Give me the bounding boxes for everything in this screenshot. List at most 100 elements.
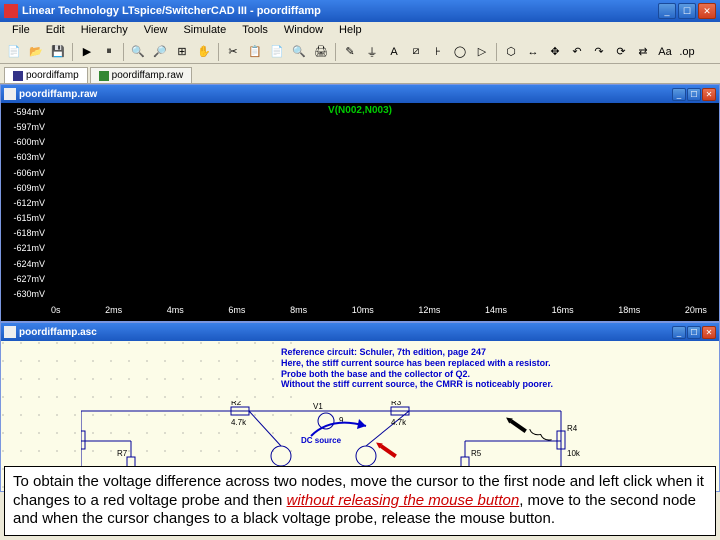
wire-button[interactable]: ✎ bbox=[340, 42, 360, 62]
tab-bar: poordiffamp poordiffamp.raw bbox=[0, 64, 720, 84]
plot-close-button[interactable]: ✕ bbox=[702, 88, 716, 101]
menu-help[interactable]: Help bbox=[331, 22, 370, 40]
open-button[interactable]: 📂 bbox=[26, 42, 46, 62]
rotate-button[interactable]: ⟳ bbox=[611, 42, 631, 62]
svg-text:4.7k: 4.7k bbox=[391, 418, 407, 427]
plot-xtick: 4ms bbox=[167, 305, 184, 321]
schematic-maximize-button[interactable]: ☐ bbox=[687, 326, 701, 339]
plot-yaxis: -594mV-597mV-600mV-603mV-606mV-609mV-612… bbox=[1, 103, 51, 303]
plot-ytick: -621mV bbox=[3, 243, 49, 253]
tab-schematic[interactable]: poordiffamp bbox=[4, 67, 88, 83]
new-button[interactable]: 📄 bbox=[4, 42, 24, 62]
diode-button[interactable]: ▷ bbox=[472, 42, 492, 62]
redo-button[interactable]: ↷ bbox=[589, 42, 609, 62]
plot-ytick: -606mV bbox=[3, 168, 49, 178]
app-title: Linear Technology LTspice/SwitcherCAD II… bbox=[22, 5, 658, 17]
label-button[interactable]: A bbox=[384, 42, 404, 62]
run-button[interactable]: ▶ bbox=[77, 42, 97, 62]
instruction-emphasis: without releasing the mouse button bbox=[287, 492, 520, 509]
menu-view[interactable]: View bbox=[136, 22, 176, 40]
svg-text:V1: V1 bbox=[313, 402, 323, 411]
plot-xtick: 8ms bbox=[290, 305, 307, 321]
plot-window-title: poordiffamp.raw bbox=[19, 89, 672, 100]
schematic-titlebar[interactable]: poordiffamp.asc _ ☐ ✕ bbox=[1, 323, 719, 341]
close-button[interactable]: ✕ bbox=[698, 3, 716, 19]
spice-button[interactable]: .op bbox=[677, 42, 697, 62]
ground-button[interactable]: ⏚ bbox=[362, 42, 382, 62]
plot-xtick: 6ms bbox=[228, 305, 245, 321]
inductor-button[interactable]: ◯ bbox=[450, 42, 470, 62]
menu-window[interactable]: Window bbox=[276, 22, 331, 40]
plot-ytick: -612mV bbox=[3, 198, 49, 208]
plot-xtick: 20ms bbox=[685, 305, 707, 321]
svg-text:10k: 10k bbox=[567, 449, 581, 458]
resistor-button[interactable]: ⧄ bbox=[406, 42, 426, 62]
paste-button[interactable]: 📄 bbox=[267, 42, 287, 62]
pan-button[interactable]: ✋ bbox=[194, 42, 214, 62]
plot-minimize-button[interactable]: _ bbox=[672, 88, 686, 101]
plot-ytick: -600mV bbox=[3, 137, 49, 147]
schematic-close-button[interactable]: ✕ bbox=[702, 326, 716, 339]
menu-edit[interactable]: Edit bbox=[38, 22, 73, 40]
plot-xtick: 12ms bbox=[418, 305, 440, 321]
stop-button[interactable]: ⏸ bbox=[99, 42, 119, 62]
main-titlebar: Linear Technology LTspice/SwitcherCAD II… bbox=[0, 0, 720, 22]
tab-waveform[interactable]: poordiffamp.raw bbox=[90, 67, 193, 83]
menu-tools[interactable]: Tools bbox=[234, 22, 276, 40]
menu-hierarchy[interactable]: Hierarchy bbox=[73, 22, 136, 40]
mirror-button[interactable]: ⇄ bbox=[633, 42, 653, 62]
plot-ytick: -609mV bbox=[3, 183, 49, 193]
find-button[interactable]: 🔍 bbox=[289, 42, 309, 62]
instruction-box: To obtain the voltage difference across … bbox=[4, 466, 716, 536]
menu-file[interactable]: File bbox=[4, 22, 38, 40]
plot-signal-label[interactable]: V(N002,N003) bbox=[328, 105, 392, 116]
copy-button[interactable]: 📋 bbox=[245, 42, 265, 62]
svg-text:R5: R5 bbox=[471, 449, 482, 458]
plot-ytick: -627mV bbox=[3, 274, 49, 284]
zoom-in-button[interactable]: 🔍 bbox=[128, 42, 148, 62]
schematic-icon bbox=[13, 71, 23, 81]
svg-text:R7: R7 bbox=[117, 449, 128, 458]
waveform-icon bbox=[99, 71, 109, 81]
svg-text:R4: R4 bbox=[567, 424, 578, 433]
schematic-window-title: poordiffamp.asc bbox=[19, 327, 672, 338]
schematic-note: Reference circuit: Schuler, 7th edition,… bbox=[281, 347, 553, 390]
app-icon bbox=[4, 4, 18, 18]
plot-titlebar[interactable]: poordiffamp.raw _ ☐ ✕ bbox=[1, 85, 719, 103]
plot-area[interactable]: V(N002,N003) -594mV-597mV-600mV-603mV-60… bbox=[1, 103, 719, 321]
plot-xtick: 14ms bbox=[485, 305, 507, 321]
undo-button[interactable]: ↶ bbox=[567, 42, 587, 62]
menu-simulate[interactable]: Simulate bbox=[175, 22, 234, 40]
plot-ytick: -624mV bbox=[3, 259, 49, 269]
text-button[interactable]: Aa bbox=[655, 42, 675, 62]
menu-bar: File Edit Hierarchy View Simulate Tools … bbox=[0, 22, 720, 40]
plot-ytick: -594mV bbox=[3, 107, 49, 117]
drag-button[interactable]: ✥ bbox=[545, 42, 565, 62]
plot-xtick: 0s bbox=[51, 305, 61, 321]
capacitor-button[interactable]: ⊦ bbox=[428, 42, 448, 62]
main-toolbar: 📄 📂 💾 ▶ ⏸ 🔍 🔎 ⊞ ✋ ✂ 📋 📄 🔍 🖨 ✎ ⏚ A ⧄ ⊦ ◯ … bbox=[0, 40, 720, 64]
minimize-button[interactable]: _ bbox=[658, 3, 676, 19]
plot-xtick: 16ms bbox=[552, 305, 574, 321]
svg-text:DC source: DC source bbox=[301, 436, 342, 445]
component-button[interactable]: ⬡ bbox=[501, 42, 521, 62]
print-button[interactable]: 🖨 bbox=[311, 42, 331, 62]
maximize-button[interactable]: ☐ bbox=[678, 3, 696, 19]
zoom-fit-button[interactable]: ⊞ bbox=[172, 42, 192, 62]
move-button[interactable]: ↔ bbox=[523, 42, 543, 62]
plot-xtick: 2ms bbox=[105, 305, 122, 321]
save-button[interactable]: 💾 bbox=[48, 42, 68, 62]
plot-xtick: 10ms bbox=[352, 305, 374, 321]
plot-ytick: -603mV bbox=[3, 152, 49, 162]
plot-xaxis: 0s 2ms 4ms 6ms 8ms 10ms 12ms 14ms 16ms 18ms 20ms bbox=[51, 305, 707, 321]
plot-ytick: -618mV bbox=[3, 228, 49, 238]
cut-button[interactable]: ✂ bbox=[223, 42, 243, 62]
svg-text:R2: R2 bbox=[231, 401, 242, 407]
svg-text:4.7k: 4.7k bbox=[231, 418, 247, 427]
zoom-out-button[interactable]: 🔎 bbox=[150, 42, 170, 62]
plot-maximize-button[interactable]: ☐ bbox=[687, 88, 701, 101]
plot-xtick: 18ms bbox=[618, 305, 640, 321]
plot-window-icon bbox=[4, 88, 16, 100]
schematic-window-icon bbox=[4, 326, 16, 338]
schematic-minimize-button[interactable]: _ bbox=[672, 326, 686, 339]
